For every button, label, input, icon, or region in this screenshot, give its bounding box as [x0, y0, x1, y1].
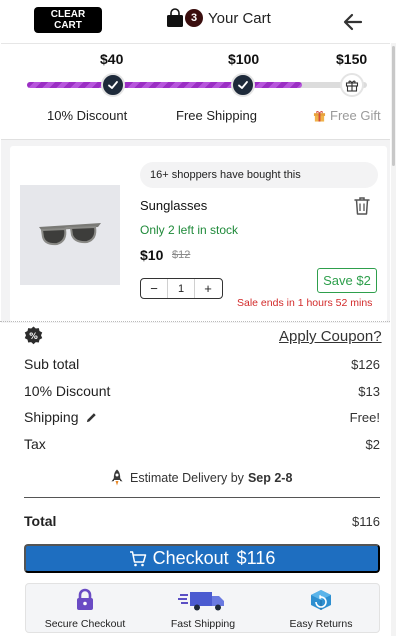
- feature-label: Secure Checkout: [44, 618, 126, 630]
- svg-text:%: %: [29, 332, 38, 342]
- trash-icon[interactable]: [353, 196, 371, 216]
- feature-label: Easy Returns: [289, 618, 353, 630]
- total-label: Total: [24, 513, 57, 529]
- checkout-amount: $116: [236, 548, 276, 568]
- feature-fast-shipping: Fast Shipping: [144, 588, 262, 632]
- shipping-value: Free!: [349, 410, 380, 425]
- shipping-label: Shipping: [24, 409, 79, 425]
- check-icon: [108, 81, 118, 89]
- milestone-amount: $100: [228, 51, 260, 67]
- feature-secure-checkout: Secure Checkout: [26, 588, 144, 632]
- quantity-increase-button[interactable]: +: [195, 279, 221, 298]
- progress-bar-fill: [27, 82, 303, 88]
- reward-progress: $40 $100 $150 10% Discount Free Shipping…: [1, 43, 390, 140]
- truck-icon: [178, 592, 224, 611]
- trust-features: Secure Checkout Fast Shipping Easy Retur…: [25, 583, 380, 633]
- milestone-label: 10% Discount: [47, 108, 128, 123]
- social-proof-badge: 16+ shoppers have bought this: [140, 162, 378, 188]
- coupon-percent-icon[interactable]: %: [24, 326, 43, 345]
- checkout-label: Checkout: [152, 548, 229, 568]
- milestone-amount: $40: [100, 51, 124, 67]
- feature-easy-returns: Easy Returns: [262, 588, 380, 632]
- arrow-left-icon[interactable]: [342, 11, 364, 33]
- lock-icon: [77, 588, 93, 610]
- rocket-icon: [111, 469, 123, 486]
- milestone-label-text: Free Gift: [330, 108, 381, 123]
- quantity-decrease-button[interactable]: −: [141, 279, 167, 298]
- milestone-reached: [231, 73, 255, 97]
- cart-header: CLEAR CART 3 Your Cart: [0, 0, 396, 42]
- milestone-label: Free Shipping: [176, 108, 257, 123]
- milestone-pending: [340, 73, 364, 97]
- scrollbar-thumb[interactable]: [392, 46, 395, 166]
- product-original-price: $12: [172, 249, 191, 261]
- shopping-cart-icon: [129, 550, 146, 566]
- delivery-estimate: Estimate Delivery by Sep 2-8: [110, 469, 292, 487]
- check-icon: [238, 81, 248, 89]
- cart-count-badge: 3: [185, 9, 203, 27]
- shopping-bag-icon: [167, 8, 183, 27]
- subtotal-label: Sub total: [24, 356, 80, 372]
- quantity-stepper: − 1 +: [140, 278, 223, 299]
- tax-label: Tax: [24, 436, 46, 452]
- divider: [24, 497, 380, 498]
- returns-box-icon: [311, 590, 331, 610]
- delivery-estimate-prefix: Estimate Delivery by: [130, 471, 244, 485]
- checkout-button[interactable]: Checkout $116: [24, 544, 380, 573]
- clear-cart-button[interactable]: CLEAR CART: [34, 7, 102, 33]
- total-value: $116: [352, 514, 380, 529]
- discount-label: 10% Discount: [24, 383, 111, 399]
- quantity-value[interactable]: 1: [167, 279, 195, 298]
- sale-countdown: Sale ends in 1 hours 52 mins: [237, 297, 373, 309]
- product-image[interactable]: [20, 185, 120, 285]
- sunglasses-icon: [39, 223, 101, 246]
- tax-value: $2: [365, 437, 380, 452]
- subtotal-value: $126: [351, 357, 380, 372]
- feature-label: Fast Shipping: [170, 618, 236, 630]
- delivery-dates: Sep 2-8: [247, 471, 293, 485]
- milestone-label: Free Gift: [313, 108, 381, 123]
- progress-bar-track: [27, 82, 367, 88]
- savings-badge: Save $2: [317, 268, 377, 293]
- gift-icon: [313, 110, 326, 122]
- cart-title: 3 Your Cart: [166, 8, 271, 28]
- discount-value: $13: [358, 384, 380, 399]
- product-name[interactable]: Sunglasses: [140, 198, 207, 213]
- stock-status: Only 2 left in stock: [140, 223, 239, 237]
- milestone-reached: [101, 73, 125, 97]
- divider: [0, 321, 390, 322]
- pencil-icon[interactable]: [86, 412, 97, 423]
- apply-coupon-link[interactable]: Apply Coupon?: [279, 328, 382, 345]
- gift-icon: [345, 80, 359, 92]
- cart-title-text: Your Cart: [208, 9, 271, 27]
- milestone-amount: $150: [336, 51, 368, 67]
- product-price: $10: [140, 247, 164, 263]
